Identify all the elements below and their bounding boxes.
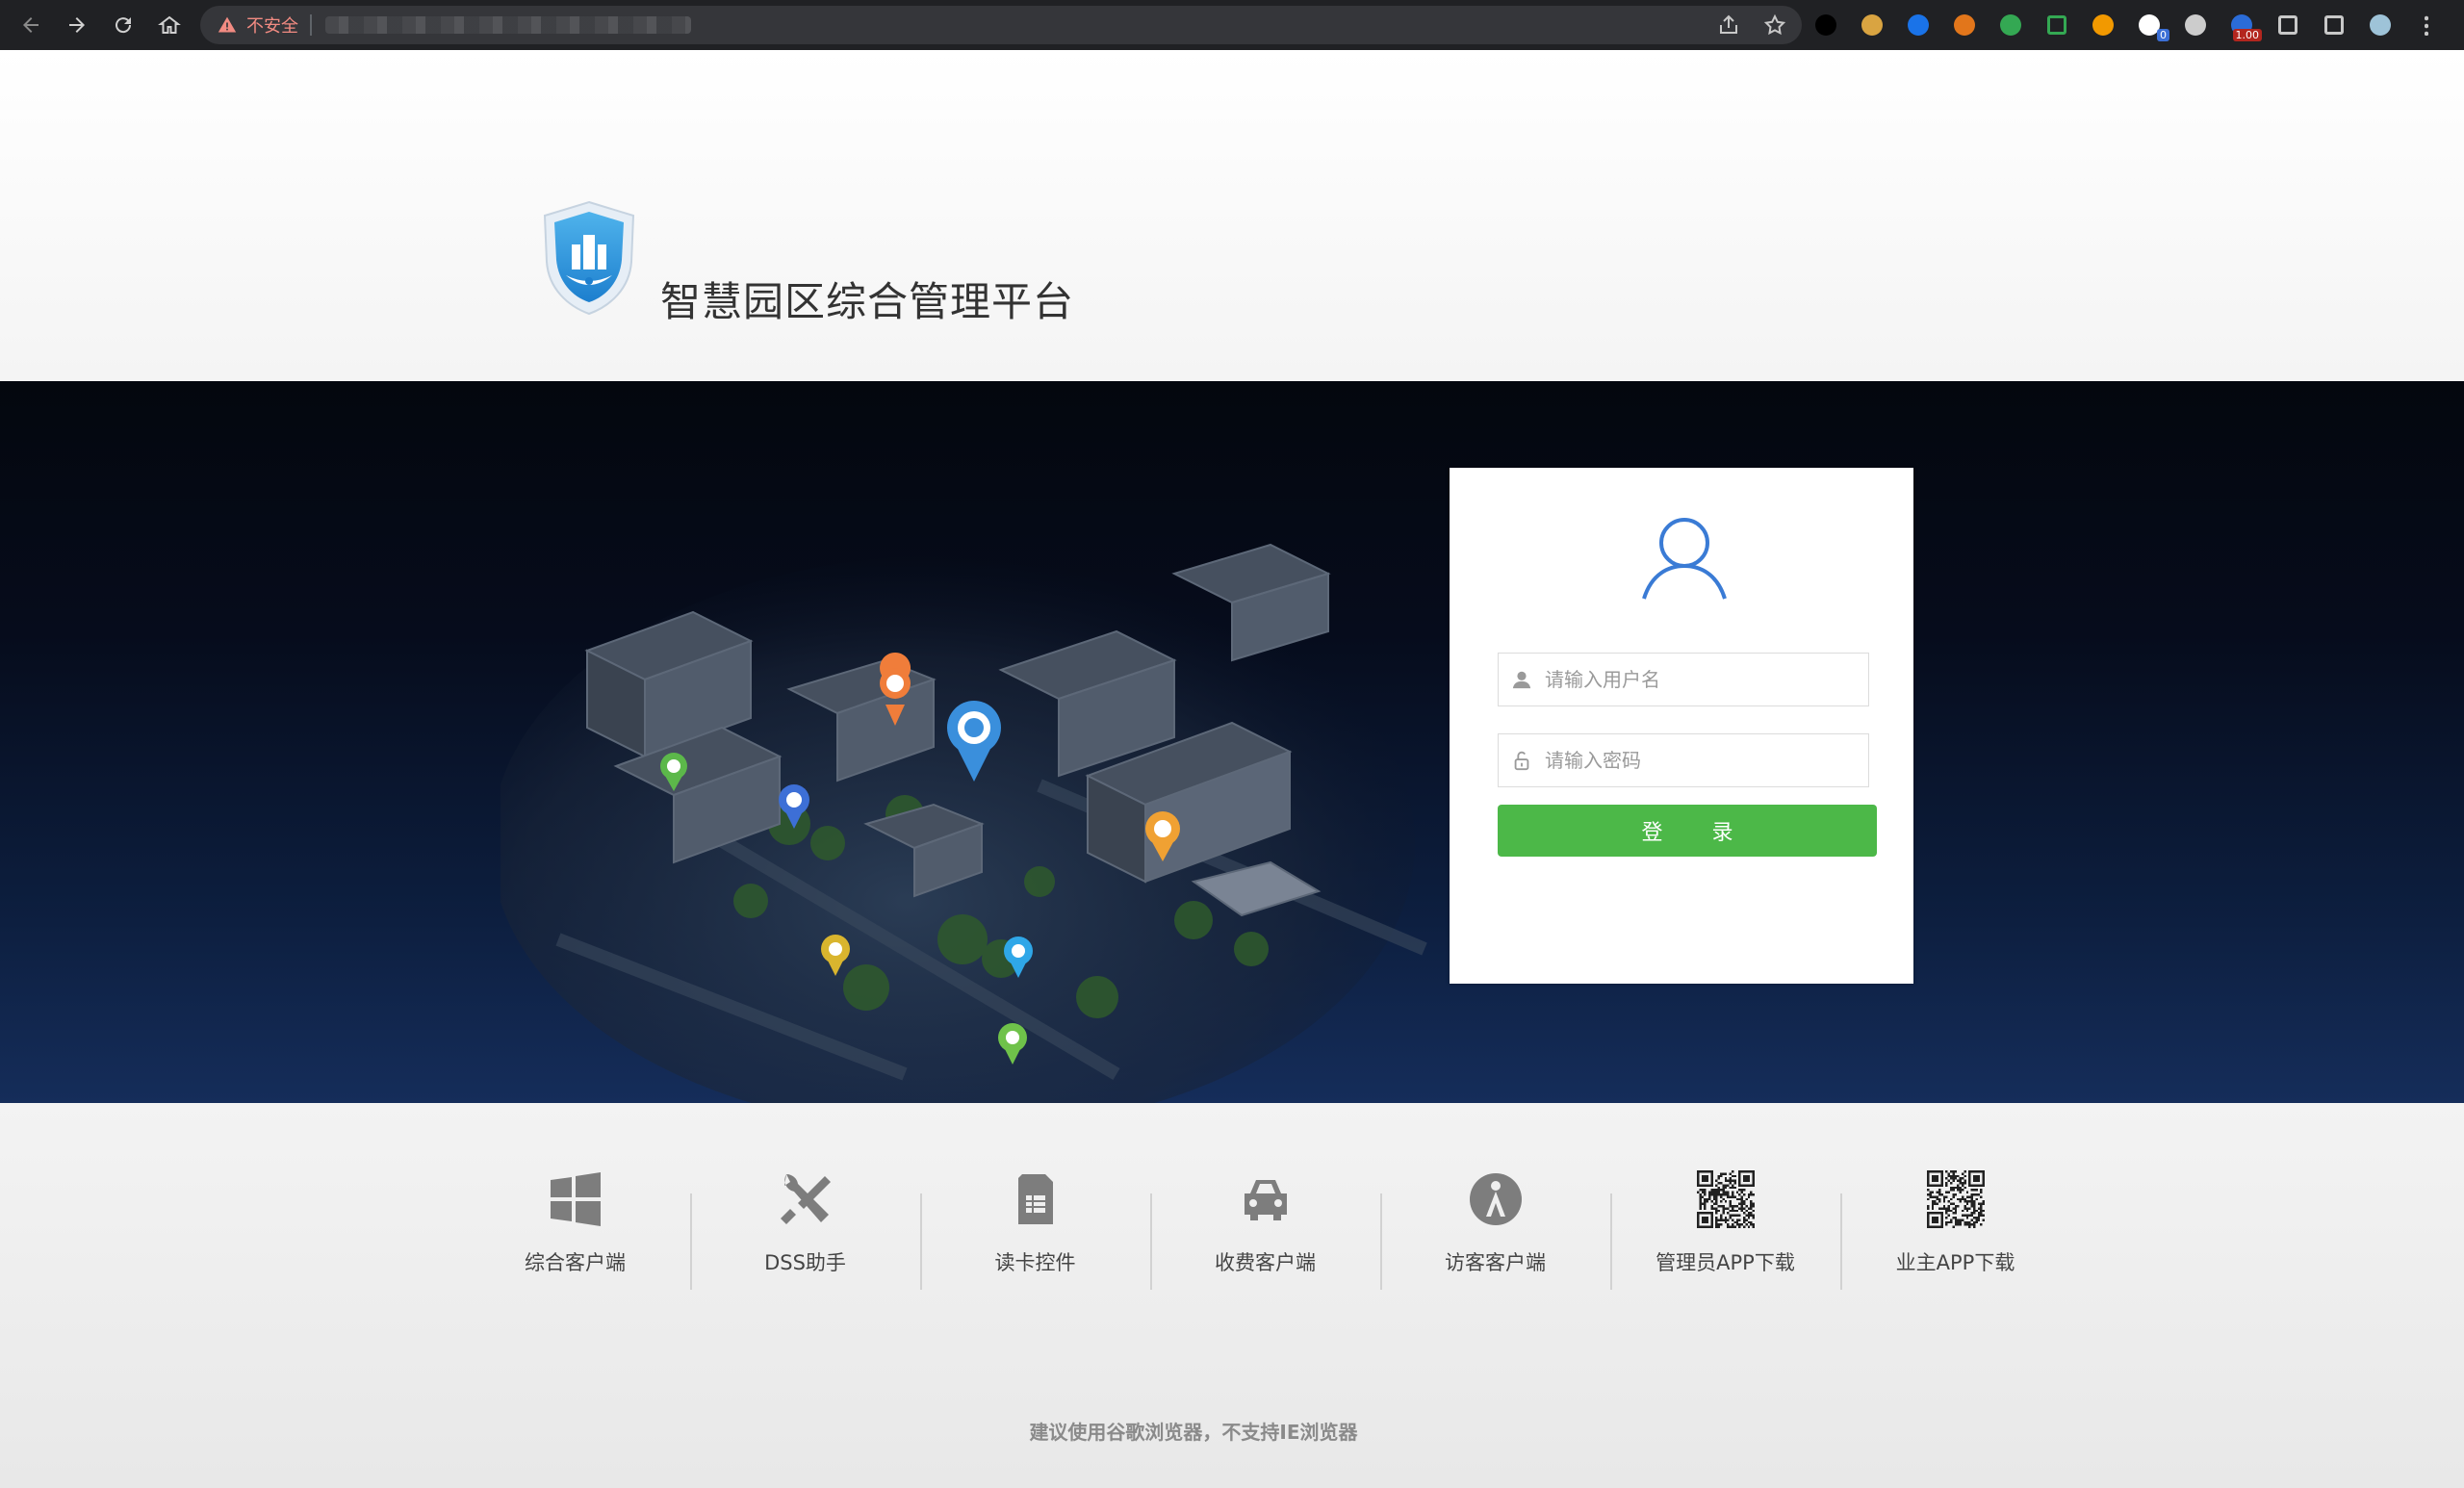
profile-avatar[interactable]: [2364, 9, 2397, 41]
grid-ext-icon-glyph: [2047, 15, 2066, 35]
glasses-ext-icon-glyph: [2185, 14, 2206, 36]
campus-map-illustration: [500, 543, 1427, 1103]
tool-card-reader[interactable]: 读卡控件: [920, 1142, 1150, 1290]
username-input[interactable]: [1545, 668, 1853, 691]
share-icon[interactable]: [1717, 13, 1740, 37]
extension-badge: 1.00: [2232, 29, 2262, 41]
reload-icon[interactable]: [104, 6, 142, 44]
gear-green-ext-icon-glyph: [2000, 14, 2021, 36]
translate-ext-icon-glyph: [2092, 14, 2114, 36]
security-label: 不安全: [246, 16, 298, 37]
gear-green-ext-icon[interactable]: [1994, 9, 2027, 41]
tool-label: 读卡控件: [994, 1251, 1076, 1274]
mask-ext-icon[interactable]: [1902, 9, 1935, 41]
glasses-ext-icon[interactable]: [2179, 9, 2212, 41]
circle-dark-ext-icon[interactable]: [1810, 9, 1842, 41]
browser-recommendation: 建议使用谷歌浏览器，不支持IE浏览器: [1029, 1421, 1358, 1444]
footer: 综合客户端 DSS助手 读卡控件 收费客户端 访客客户端 管理员APP下载 业主…: [0, 1103, 2464, 1488]
tool-label: DSS助手: [764, 1251, 846, 1274]
qr-ext-icon[interactable]: 0: [2133, 9, 2169, 41]
sidepanel-icon-glyph: [2324, 15, 2344, 35]
cookie-ext-icon[interactable]: [1856, 9, 1888, 41]
qr-code-owner: [1926, 1170, 1985, 1228]
extension-badge: 0: [2157, 29, 2169, 41]
qr-code-admin: [1696, 1170, 1755, 1228]
forward-icon[interactable]: [58, 6, 96, 44]
tool-integrated-client[interactable]: 综合客户端: [460, 1142, 690, 1286]
page-title: 智慧园区综合管理平台: [660, 278, 1075, 325]
puzzle-icon[interactable]: [2272, 9, 2304, 41]
kebab-menu-icon[interactable]: [2410, 9, 2443, 41]
tool-label: 收费客户端: [1215, 1251, 1316, 1274]
tool-toll-client[interactable]: 收费客户端: [1150, 1142, 1380, 1290]
password-field[interactable]: [1498, 733, 1869, 787]
metamask-ext-icon[interactable]: [1948, 9, 1981, 41]
login-panel: 登 录: [1450, 468, 1913, 984]
omnibox-divider: [310, 14, 312, 36]
mask-ext-icon-glyph: [1908, 14, 1929, 36]
grid-ext-icon[interactable]: [2040, 9, 2073, 41]
hero-banner: 登 录: [0, 381, 2464, 1103]
home-icon[interactable]: [150, 6, 189, 44]
tool-label: 管理员APP下载: [1656, 1251, 1795, 1274]
wrench-screwdriver-icon: [780, 1173, 831, 1224]
address-bar[interactable]: 不安全: [200, 6, 1802, 44]
download-tools: 综合客户端 DSS助手 读卡控件 收费客户端 访客客户端 管理员APP下载 业主…: [460, 1142, 2070, 1290]
shield-building-logo: [543, 200, 635, 316]
site-header: 智慧园区综合管理平台: [0, 50, 2464, 381]
card-reader-icon: [1017, 1174, 1053, 1224]
password-input[interactable]: [1545, 749, 1853, 772]
back-icon[interactable]: [12, 6, 50, 44]
tool-admin-app[interactable]: 管理员APP下载: [1610, 1142, 1840, 1290]
tool-dss-assistant[interactable]: DSS助手: [690, 1142, 920, 1290]
tool-visitor-client[interactable]: 访客客户端: [1380, 1142, 1610, 1290]
url-text-redacted: [325, 16, 691, 34]
metamask-ext-icon-glyph: [1954, 14, 1975, 36]
visitor-icon: [1469, 1173, 1522, 1225]
cookie-ext-icon-glyph: [1861, 14, 1883, 36]
bookmark-star-icon[interactable]: [1763, 13, 1786, 37]
not-secure-indicator[interactable]: 不安全: [218, 13, 298, 38]
warning-icon: [218, 16, 237, 33]
tool-label: 综合客户端: [525, 1251, 626, 1274]
car-icon: [1244, 1180, 1287, 1220]
puzzle-icon-glyph: [2278, 15, 2297, 35]
sidepanel-icon[interactable]: [2318, 9, 2350, 41]
tool-owner-app[interactable]: 业主APP下载: [1840, 1142, 2070, 1290]
login-button[interactable]: 登 录: [1498, 805, 1877, 857]
profile-avatar-glyph: [2370, 14, 2391, 36]
browser-toolbar: 不安全 0 1.00: [0, 0, 2464, 50]
circle-dark-ext-icon-glyph: [1815, 14, 1836, 36]
username-field[interactable]: [1498, 653, 1869, 706]
speed-ext-icon[interactable]: 1.00: [2225, 9, 2262, 41]
lock-icon: [1499, 750, 1545, 771]
extensions-bar: 0 1.00: [1810, 8, 2443, 42]
tool-label: 业主APP下载: [1895, 1251, 2015, 1274]
windows-icon: [550, 1172, 601, 1226]
translate-ext-icon[interactable]: [2087, 9, 2119, 41]
kebab-menu-icon-glyph: [2425, 14, 2428, 36]
tool-label: 访客客户端: [1445, 1251, 1546, 1274]
user-avatar-icon: [1642, 518, 1727, 600]
user-icon: [1499, 669, 1545, 690]
